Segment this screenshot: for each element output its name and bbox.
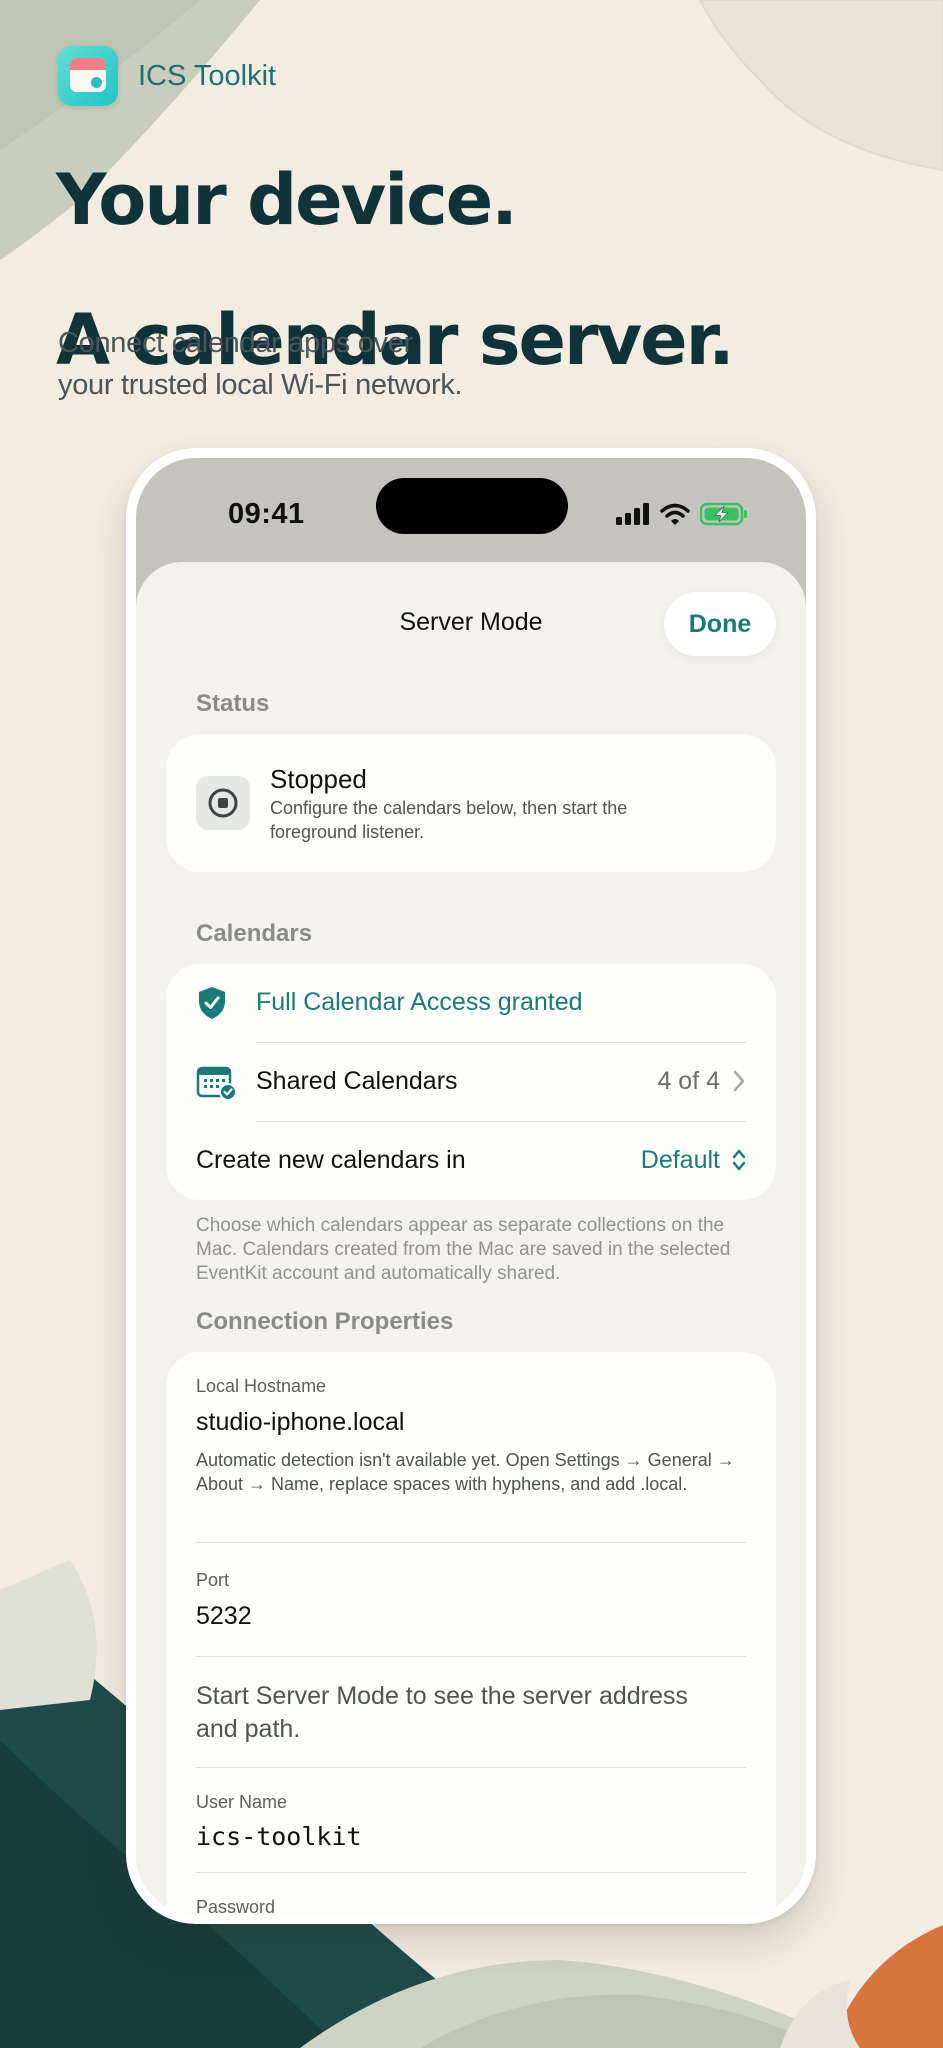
hostname-label: Local Hostname: [196, 1376, 327, 1396]
connection-properties-card: Local Hostname studio-iphone.local Autom…: [166, 1352, 776, 1914]
calendars-card: Full Calendar Access granted Shared Cale…: [166, 964, 776, 1200]
row-divider: [196, 1656, 746, 1657]
subline-line-2: your trusted local Wi-Fi network.: [58, 369, 463, 401]
hostname-help-text: Automatic detection isn't available yet.…: [196, 1450, 735, 1494]
status-icons: [616, 502, 748, 526]
phone-screen: 09:41 Server Mode Done Status Stopped Co…: [136, 458, 806, 1914]
server-mode-sheet: Server Mode Done Status Stopped Configur…: [136, 562, 806, 1914]
create-calendars-row[interactable]: Create new calendars in Default: [166, 1122, 776, 1200]
port-field[interactable]: 5232: [196, 1602, 252, 1631]
battery-charging-icon: [700, 502, 747, 526]
status-title: Stopped: [270, 764, 367, 794]
shield-check-icon: [199, 987, 225, 1019]
status-bar: 09:41: [136, 458, 806, 558]
password-label: Password: [196, 1897, 276, 1914]
subline: Connect calendar apps over your trusted …: [58, 322, 658, 406]
row-divider: [196, 1767, 746, 1768]
calendars-section-label: Calendars: [196, 920, 313, 947]
create-calendars-picker[interactable]: Default: [641, 1146, 720, 1175]
calendar-access-label: Full Calendar Access granted: [256, 988, 583, 1016]
wifi-icon: [660, 503, 690, 525]
server-address-help: Start Server Mode to see the server addr…: [196, 1682, 688, 1743]
dynamic-island: [376, 478, 568, 534]
headline-line-1: Your device.: [56, 159, 518, 241]
chevron-right-icon: [733, 1070, 745, 1092]
row-divider: [196, 1542, 746, 1543]
subline-line-1: Connect calendar apps over: [58, 327, 413, 359]
done-button[interactable]: Done: [664, 592, 776, 656]
app-logo-icon: [58, 46, 118, 106]
hostname-field[interactable]: studio-iphone.local: [196, 1408, 404, 1437]
signal-icon: [616, 503, 649, 525]
phone-frame: 09:41 Server Mode Done Status Stopped Co…: [126, 448, 816, 1924]
calendar-check-icon: [196, 1066, 237, 1101]
username-label: User Name: [196, 1792, 288, 1812]
status-time: 09:41: [228, 498, 305, 530]
shared-calendars-label: Shared Calendars: [256, 1067, 458, 1095]
connection-section-label: Connection Properties: [196, 1308, 454, 1335]
calendars-footnote: Choose which calendars appear as separat…: [196, 1215, 731, 1284]
create-calendars-label: Create new calendars in: [196, 1146, 466, 1174]
status-description: Configure the calendars below, then star…: [270, 798, 628, 842]
status-section-label: Status: [196, 690, 270, 717]
calendar-access-row: Full Calendar Access granted: [166, 964, 776, 1042]
port-label: Port: [196, 1570, 230, 1590]
brand-header: ICS Toolkit: [58, 46, 276, 106]
row-divider: [196, 1872, 746, 1873]
shared-calendars-count: 4 of 4: [657, 1067, 720, 1095]
status-card: Stopped Configure the calendars below, t…: [166, 734, 776, 872]
username-field[interactable]: ics-toolkit: [196, 1822, 362, 1851]
shared-calendars-row[interactable]: Shared Calendars 4 of 4: [166, 1043, 776, 1121]
chevron-up-down-icon: [732, 1149, 746, 1171]
stopped-icon: [196, 776, 250, 830]
app-name: ICS Toolkit: [138, 59, 277, 92]
